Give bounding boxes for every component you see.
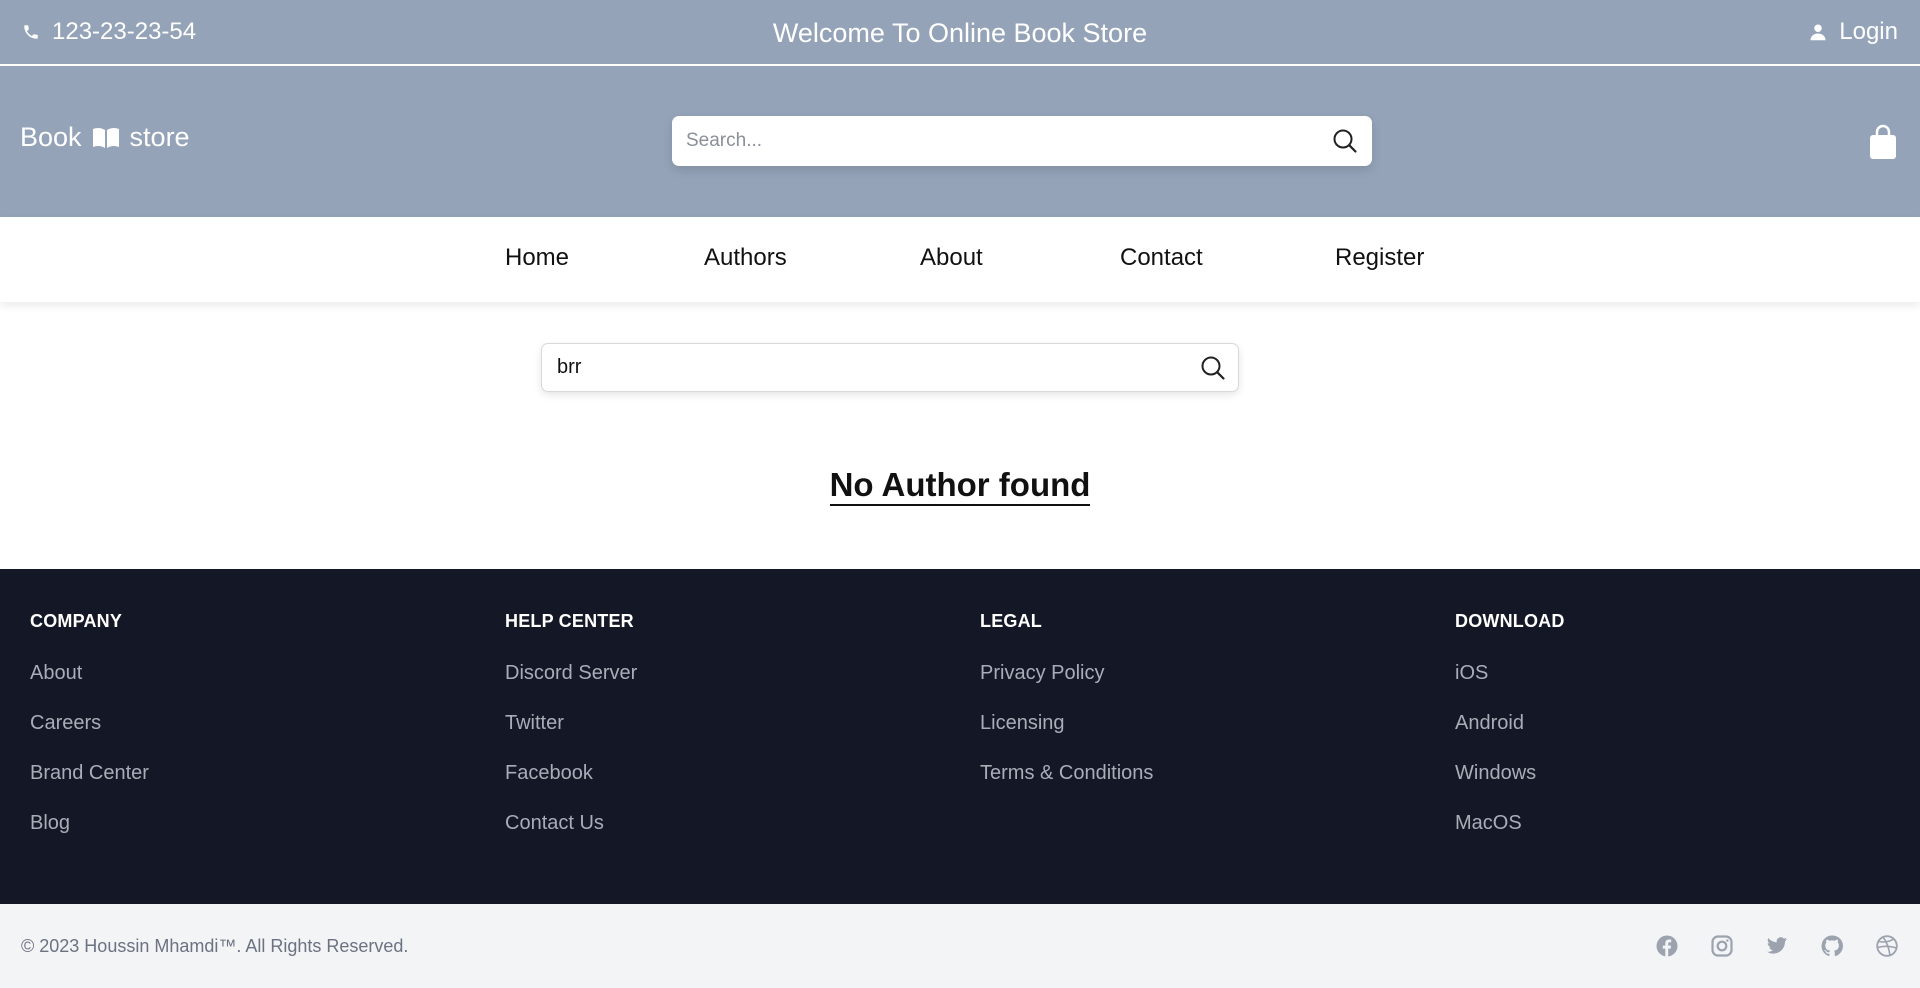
footer-link-facebook[interactable]: Facebook: [505, 762, 637, 812]
footer-heading: DOWNLOAD: [1455, 611, 1565, 631]
welcome-text: Welcome To Online Book Store: [772, 18, 1148, 48]
no-author-message: No Author found: [829, 466, 1091, 506]
nav-authors[interactable]: Authors: [704, 244, 787, 272]
footer-link-about[interactable]: About: [30, 662, 149, 712]
footer-column-legal: LEGAL Privacy Policy Licensing Terms & C…: [980, 611, 1153, 812]
footer-link-android[interactable]: Android: [1455, 712, 1565, 762]
footer-column-download: DOWNLOAD iOS Android Windows MacOS: [1455, 611, 1565, 862]
nav-home[interactable]: Home: [505, 244, 569, 272]
social-links: [1656, 935, 1898, 957]
footer-link-careers[interactable]: Careers: [30, 712, 149, 762]
login-link[interactable]: Login: [1809, 18, 1898, 46]
nav-register[interactable]: Register: [1335, 244, 1424, 272]
logo-text-left: Book: [20, 122, 82, 152]
login-label: Login: [1839, 18, 1898, 45]
facebook-icon[interactable]: [1656, 935, 1678, 957]
footer-link-licensing[interactable]: Licensing: [980, 712, 1153, 762]
footer-link-windows[interactable]: Windows: [1455, 762, 1565, 812]
bottom-bar: © 2023 Houssin Mhamdi™. All Rights Reser…: [0, 904, 1920, 988]
empty-state: No Author found: [0, 466, 1920, 506]
top-bar: 123-23-23-54 Welcome To Online Book Stor…: [0, 0, 1920, 66]
phone-contact: 123-23-23-54: [22, 18, 196, 46]
github-icon[interactable]: [1821, 935, 1843, 957]
footer-link-twitter[interactable]: Twitter: [505, 712, 637, 762]
author-search: [541, 343, 1239, 392]
shopping-bag-icon[interactable]: [1868, 124, 1898, 160]
book-icon: [92, 127, 120, 149]
footer-heading: COMPANY: [30, 611, 123, 631]
logo-text-right: store: [129, 122, 190, 152]
footer-link-blog[interactable]: Blog: [30, 812, 149, 862]
footer-heading: LEGAL: [980, 611, 1042, 631]
footer-heading: HELP CENTER: [505, 611, 634, 631]
main-nav: Home Authors About Contact Register: [0, 217, 1920, 302]
footer-link-contact-us[interactable]: Contact Us: [505, 812, 637, 862]
nav-about[interactable]: About: [920, 244, 983, 272]
user-icon: [1809, 23, 1827, 41]
instagram-icon[interactable]: [1711, 935, 1733, 957]
footer-column-company: COMPANY About Careers Brand Center Blog: [30, 611, 149, 862]
copyright: © 2023 Houssin Mhamdi™. All Rights Reser…: [21, 935, 409, 956]
author-search-input[interactable]: [557, 356, 1200, 379]
header-search: [672, 116, 1372, 166]
footer-link-terms[interactable]: Terms & Conditions: [980, 762, 1153, 812]
footer-link-discord[interactable]: Discord Server: [505, 662, 637, 712]
footer-link-macos[interactable]: MacOS: [1455, 812, 1565, 862]
search-icon[interactable]: [1332, 128, 1358, 154]
logo[interactable]: Book store: [20, 122, 190, 153]
footer-column-help-center: HELP CENTER Discord Server Twitter Faceb…: [505, 611, 637, 862]
phone-icon: [22, 23, 40, 41]
phone-number: 123-23-23-54: [52, 18, 197, 45]
twitter-icon[interactable]: [1766, 935, 1788, 957]
header-search-input[interactable]: [686, 130, 1332, 152]
footer: COMPANY About Careers Brand Center Blog …: [0, 569, 1920, 904]
footer-link-privacy[interactable]: Privacy Policy: [980, 662, 1153, 712]
dribbble-icon[interactable]: [1876, 935, 1898, 957]
header: Book store: [0, 66, 1920, 217]
footer-link-ios[interactable]: iOS: [1455, 662, 1565, 712]
footer-link-brand-center[interactable]: Brand Center: [30, 762, 149, 812]
search-icon[interactable]: [1200, 355, 1226, 381]
nav-contact[interactable]: Contact: [1120, 244, 1203, 272]
